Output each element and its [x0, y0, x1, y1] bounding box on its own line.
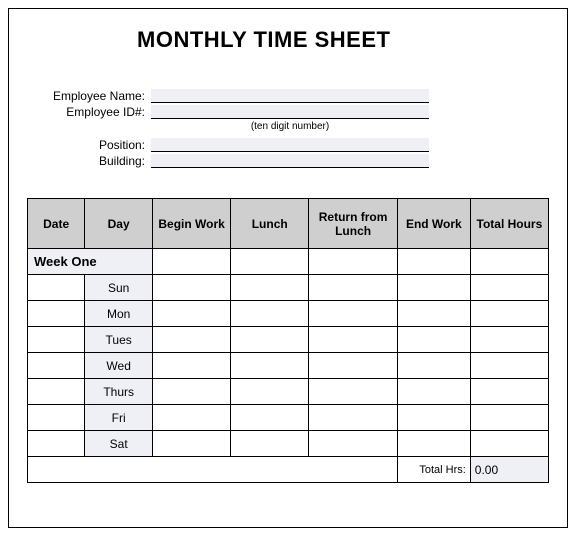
total-cell[interactable]	[470, 431, 548, 457]
lunch-cell[interactable]	[231, 275, 309, 301]
date-cell[interactable]	[28, 431, 85, 457]
begin-cell[interactable]	[153, 353, 231, 379]
building-label: Building:	[41, 154, 151, 168]
total-cell[interactable]	[470, 379, 548, 405]
col-end-work: End Work	[397, 199, 470, 249]
lunch-cell[interactable]	[231, 327, 309, 353]
date-cell[interactable]	[28, 327, 85, 353]
week-row: Week One	[28, 249, 549, 275]
end-cell[interactable]	[397, 301, 470, 327]
return-cell[interactable]	[309, 301, 398, 327]
return-cell[interactable]	[309, 353, 398, 379]
return-cell[interactable]	[309, 379, 398, 405]
position-field[interactable]	[151, 138, 429, 152]
total-hours-value: 0.00	[470, 457, 548, 483]
total-cell[interactable]	[470, 301, 548, 327]
page-title: MONTHLY TIME SHEET	[27, 27, 549, 53]
table-row: Mon	[28, 301, 549, 327]
end-cell[interactable]	[397, 405, 470, 431]
lunch-cell[interactable]	[231, 405, 309, 431]
col-begin-work: Begin Work	[153, 199, 231, 249]
table-row: Thurs	[28, 379, 549, 405]
total-cell[interactable]	[470, 275, 548, 301]
table-row: Tues	[28, 327, 549, 353]
day-cell: Mon	[85, 301, 153, 327]
day-cell: Thurs	[85, 379, 153, 405]
day-cell: Sat	[85, 431, 153, 457]
begin-cell[interactable]	[153, 405, 231, 431]
begin-cell[interactable]	[153, 275, 231, 301]
employee-id-helper: (ten digit number)	[41, 121, 429, 132]
day-cell: Fri	[85, 405, 153, 431]
lunch-cell[interactable]	[231, 301, 309, 327]
day-cell: Tues	[85, 327, 153, 353]
begin-cell[interactable]	[153, 431, 231, 457]
employee-id-field[interactable]	[151, 105, 429, 119]
return-cell[interactable]	[309, 327, 398, 353]
empty-cell[interactable]	[470, 249, 548, 275]
col-total-hours: Total Hours	[470, 199, 548, 249]
timesheet-document: MONTHLY TIME SHEET Employee Name: Employ…	[8, 8, 568, 528]
date-cell[interactable]	[28, 275, 85, 301]
total-cell[interactable]	[470, 353, 548, 379]
date-cell[interactable]	[28, 301, 85, 327]
col-day: Day	[85, 199, 153, 249]
day-cell: Sun	[85, 275, 153, 301]
footer-row: Total Hrs: 0.00	[28, 457, 549, 483]
date-cell[interactable]	[28, 405, 85, 431]
begin-cell[interactable]	[153, 379, 231, 405]
end-cell[interactable]	[397, 353, 470, 379]
col-lunch: Lunch	[231, 199, 309, 249]
timesheet-table: Date Day Begin Work Lunch Return from Lu…	[27, 198, 549, 483]
total-cell[interactable]	[470, 327, 548, 353]
return-cell[interactable]	[309, 405, 398, 431]
table-row: Sun	[28, 275, 549, 301]
week-label: Week One	[28, 249, 153, 275]
building-field[interactable]	[151, 154, 429, 168]
day-cell: Wed	[85, 353, 153, 379]
employee-name-field[interactable]	[151, 89, 429, 103]
empty-cell[interactable]	[397, 249, 470, 275]
return-cell[interactable]	[309, 275, 398, 301]
header-row: Date Day Begin Work Lunch Return from Lu…	[28, 199, 549, 249]
begin-cell[interactable]	[153, 301, 231, 327]
return-cell[interactable]	[309, 431, 398, 457]
employee-id-label: Employee ID#:	[41, 105, 151, 119]
footer-spacer	[28, 457, 398, 483]
empty-cell[interactable]	[231, 249, 309, 275]
end-cell[interactable]	[397, 275, 470, 301]
col-return-lunch: Return from Lunch	[309, 199, 398, 249]
end-cell[interactable]	[397, 379, 470, 405]
employee-name-label: Employee Name:	[41, 89, 151, 103]
table-row: Wed	[28, 353, 549, 379]
lunch-cell[interactable]	[231, 353, 309, 379]
employee-info: Employee Name: Employee ID#: (ten digit …	[27, 89, 549, 168]
end-cell[interactable]	[397, 431, 470, 457]
table-row: Fri	[28, 405, 549, 431]
col-date: Date	[28, 199, 85, 249]
end-cell[interactable]	[397, 327, 470, 353]
date-cell[interactable]	[28, 353, 85, 379]
empty-cell[interactable]	[153, 249, 231, 275]
lunch-cell[interactable]	[231, 431, 309, 457]
position-label: Position:	[41, 138, 151, 152]
date-cell[interactable]	[28, 379, 85, 405]
table-row: Sat	[28, 431, 549, 457]
total-cell[interactable]	[470, 405, 548, 431]
total-hours-label: Total Hrs:	[397, 457, 470, 483]
lunch-cell[interactable]	[231, 379, 309, 405]
begin-cell[interactable]	[153, 327, 231, 353]
empty-cell[interactable]	[309, 249, 398, 275]
